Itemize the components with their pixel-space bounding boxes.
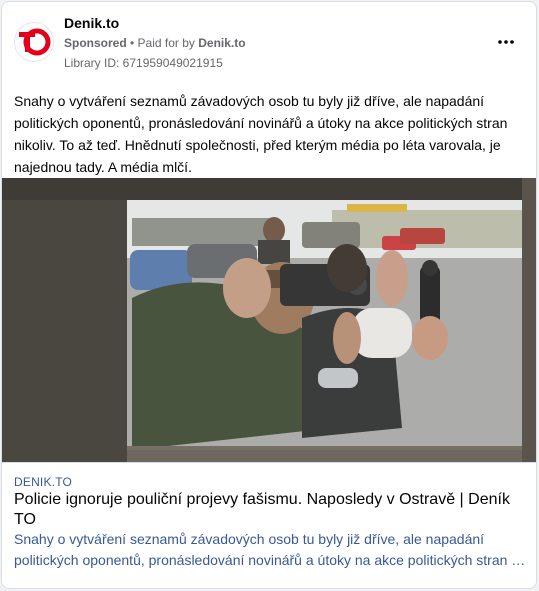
link-domain: DENIK.TO [14,475,73,489]
paid-for-label: Paid for by [137,36,199,50]
post-body-text: Snahy o vytváření seznamů závadových oso… [14,93,508,175]
link-preview[interactable]: DENIK.TO Policie ignoruje pouliční proje… [2,462,536,588]
sponsored-label: Sponsored [64,36,127,50]
meta-separator: • [126,36,138,50]
link-description-line2: politických oponentů, pronásledování nov… [14,552,526,568]
sponsored-line: Sponsored • Paid for by Denik.to [64,36,246,50]
page-name[interactable]: Denik.to [64,15,119,31]
post-header: Denik.to Sponsored • Paid for by Denik.t… [2,2,536,82]
post-image[interactable] [2,178,536,462]
paid-for-name[interactable]: Denik.to [198,36,245,50]
link-description: Snahy o vytváření seznamů závadových oso… [14,529,526,571]
ad-card: Denik.to Sponsored • Paid for by Denik.t… [1,1,537,589]
more-options-icon [498,40,514,44]
more-options-button[interactable] [494,32,518,52]
link-description-line1: Snahy o vytváření seznamů závadových oso… [14,531,485,547]
link-headline[interactable]: Policie ignoruje pouliční projevy fašism… [14,490,524,530]
denik-to-logo-icon [19,28,51,56]
page-avatar[interactable] [14,22,54,62]
library-id: Library ID: 671959049021915 [64,56,223,70]
post-photo-illustration [2,178,536,462]
